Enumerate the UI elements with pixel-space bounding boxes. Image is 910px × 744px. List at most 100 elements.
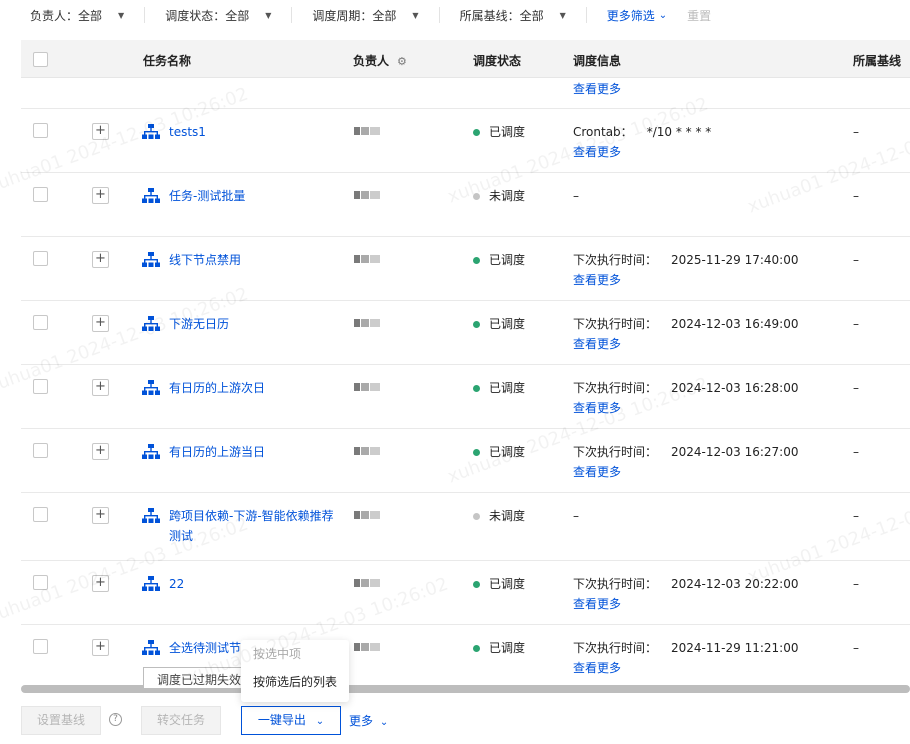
status-dot-icon	[473, 256, 480, 264]
baseline-value: –	[853, 509, 859, 523]
view-more-link[interactable]: 查看更多	[573, 658, 798, 678]
row-checkbox[interactable]	[33, 507, 48, 522]
filter-baseline[interactable]: 所属基线： 全部 ▼	[440, 0, 566, 30]
export-option-selected[interactable]: 按选中项	[241, 640, 349, 668]
row-checkbox[interactable]	[33, 251, 48, 266]
transfer-task-button[interactable]: 转交任务	[141, 706, 221, 735]
view-more-link[interactable]: 查看更多	[573, 334, 798, 354]
view-more-link[interactable]: 查看更多	[573, 462, 798, 482]
table-row: 查看更多	[21, 78, 910, 109]
expand-icon[interactable]: +	[92, 379, 109, 396]
row-checkbox[interactable]	[33, 187, 48, 202]
more-actions-label: 更多	[349, 714, 374, 728]
sched-label: 下次执行时间：	[573, 381, 658, 395]
view-more-link[interactable]: 查看更多	[573, 594, 798, 614]
gear-icon[interactable]: ⚙	[397, 55, 407, 68]
status-badge: 已调度	[473, 638, 525, 658]
filter-baseline-value: 全部	[519, 8, 544, 23]
task-name-link[interactable]: 22	[169, 574, 339, 594]
status-dot-icon	[473, 512, 480, 520]
expand-icon[interactable]: +	[92, 123, 109, 140]
help-icon[interactable]: ?	[109, 713, 122, 726]
row-checkbox[interactable]	[33, 379, 48, 394]
more-filter-label: 更多筛选	[606, 8, 655, 23]
filter-status-label: 调度状态：	[165, 8, 226, 23]
owner-avatar-blurred	[354, 576, 390, 590]
table-row: + 有日历的上游次日 已调度 下次执行时间： 2024-12-03 16:28:00 查看…	[21, 365, 910, 429]
row-checkbox[interactable]	[33, 639, 48, 654]
expand-icon[interactable]: +	[92, 251, 109, 268]
reset-button[interactable]: 重置	[687, 7, 711, 24]
status-text: 未调度	[489, 189, 526, 203]
status-badge: 已调度	[473, 378, 525, 398]
view-more-link[interactable]: 查看更多	[573, 142, 711, 162]
status-dot-icon	[473, 580, 480, 588]
expand-icon[interactable]: +	[92, 315, 109, 332]
select-all-checkbox[interactable]	[33, 52, 48, 67]
task-name-link[interactable]: 有日历的上游次日	[169, 378, 339, 398]
caret-down-icon: ▼	[559, 10, 566, 20]
column-header-owner-label: 负责人	[353, 54, 390, 68]
sched-info: 下次执行时间： 2024-12-03 16:27:00 查看更多	[573, 442, 798, 482]
table-row: + 有日历的上游当日 已调度 下次执行时间： 2024-12-03 16:27:00 查看…	[21, 429, 910, 493]
column-header-status: 调度状态	[473, 54, 522, 68]
expand-icon[interactable]: +	[92, 187, 109, 204]
filter-status[interactable]: 调度状态： 全部 ▼	[145, 0, 271, 30]
row-checkbox[interactable]	[33, 315, 48, 330]
sched-value: 2024-12-03 20:22:00	[671, 577, 799, 591]
row-checkbox[interactable]	[33, 123, 48, 138]
status-badge: 已调度	[473, 574, 525, 594]
sched-value: 2024-12-03 16:28:00	[671, 381, 799, 395]
workflow-icon	[142, 124, 160, 139]
filter-cycle-label: 调度周期：	[312, 8, 373, 23]
export-dropdown: 按选中项 按筛选后的列表	[241, 640, 349, 702]
task-table: 任务名称 负责人 ⚙ 调度状态 调度信息 所属基线 查看更多 + tests1 已调度…	[21, 40, 910, 685]
table-row: + tests1 已调度 Crontab： */10 * * * * 查看更多 –	[21, 109, 910, 173]
task-name-link[interactable]: 跨项目依赖-下游-智能依赖推荐测试	[169, 506, 339, 546]
status-badge: 已调度	[473, 314, 525, 334]
caret-down-icon: ▼	[118, 10, 125, 20]
expand-icon[interactable]: +	[92, 443, 109, 460]
sched-info: 下次执行时间： 2025-11-29 17:40:00 查看更多	[573, 250, 798, 290]
task-name-link[interactable]: 线下节点禁用	[169, 250, 339, 270]
task-name-link[interactable]: 下游无日历	[169, 314, 339, 334]
baseline-value: –	[853, 641, 859, 655]
status-text: 已调度	[489, 577, 526, 591]
filter-cycle[interactable]: 调度周期： 全部 ▼	[292, 0, 418, 30]
task-name-link[interactable]: 任务-测试批量	[169, 186, 339, 206]
owner-avatar-blurred	[354, 640, 390, 654]
chevron-down-icon: ⌄	[315, 716, 325, 727]
baseline-value: –	[853, 381, 859, 395]
divider	[585, 7, 587, 23]
status-text: 已调度	[489, 253, 526, 267]
task-name-link[interactable]: 有日历的上游当日	[169, 442, 339, 462]
export-button[interactable]: 一键导出 ⌄	[241, 706, 341, 735]
status-badge: 未调度	[473, 186, 525, 206]
expand-icon[interactable]: +	[92, 639, 109, 656]
baseline-value: –	[853, 189, 859, 203]
status-text: 已调度	[489, 641, 526, 655]
more-filter-button[interactable]: 更多筛选 ⌄	[607, 7, 667, 24]
task-name-link[interactable]: tests1	[169, 122, 339, 142]
status-text: 已调度	[489, 125, 526, 139]
row-checkbox[interactable]	[33, 575, 48, 590]
more-actions-button[interactable]: 更多 ⌄	[349, 712, 388, 729]
column-header-sched: 调度信息	[573, 54, 622, 68]
row-checkbox[interactable]	[33, 443, 48, 458]
view-more-link[interactable]: 查看更多	[573, 398, 798, 418]
export-option-filtered[interactable]: 按筛选后的列表	[241, 668, 349, 696]
view-more-link[interactable]: 查看更多	[573, 79, 621, 99]
caret-down-icon: ▼	[265, 10, 272, 20]
set-baseline-button[interactable]: 设置基线	[21, 706, 101, 735]
status-dot-icon	[473, 192, 480, 200]
filter-owner[interactable]: 负责人： 全部 ▼	[0, 0, 124, 30]
table-row: + 任务-测试批量 未调度 – –	[21, 173, 910, 237]
owner-avatar-blurred	[354, 508, 390, 522]
sched-value: 2024-12-03 16:49:00	[671, 317, 799, 331]
table-row: +22 已调度 下次执行时间： 2024-12-03 20:22:00 查看更多 –	[21, 561, 910, 625]
expand-icon[interactable]: +	[92, 507, 109, 524]
view-more-link[interactable]: 查看更多	[573, 270, 798, 290]
workflow-icon	[142, 508, 160, 523]
export-button-label: 一键导出	[257, 713, 306, 727]
expand-icon[interactable]: +	[92, 575, 109, 592]
